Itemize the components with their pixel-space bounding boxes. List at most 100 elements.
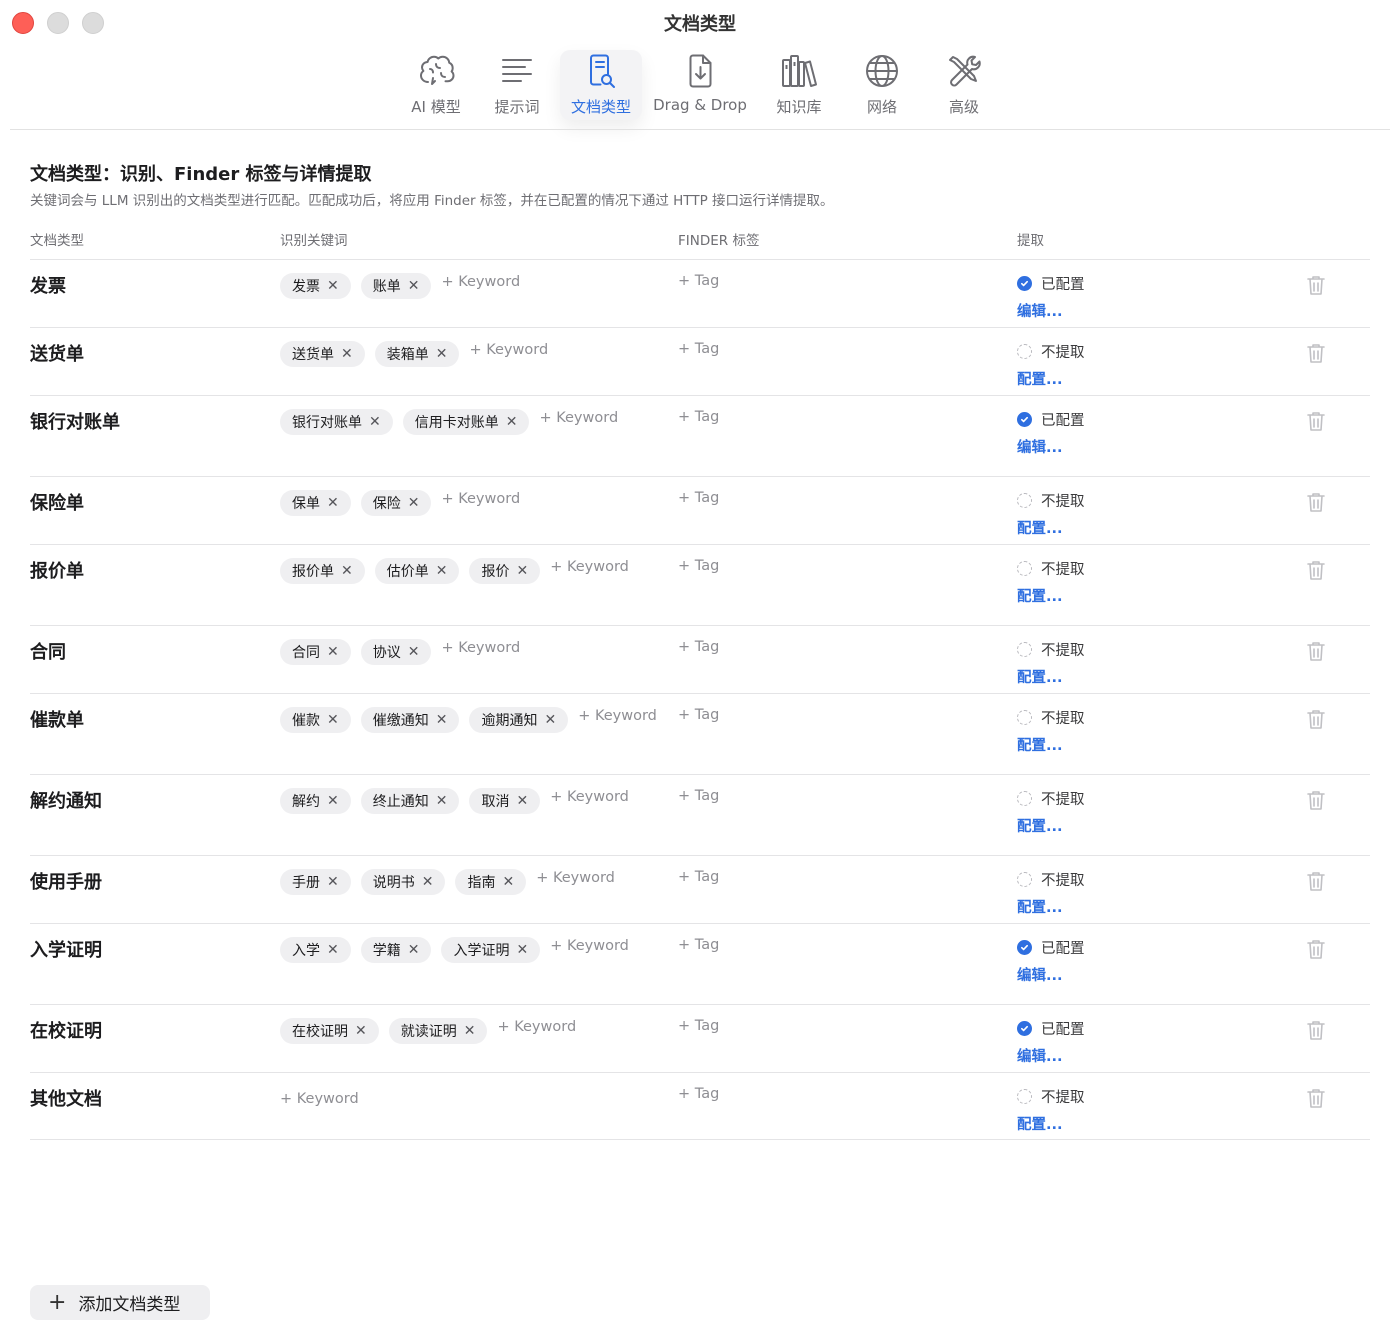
- keyword-chip[interactable]: 终止通知 ✕: [360, 788, 460, 814]
- remove-keyword-icon[interactable]: ✕: [355, 1023, 367, 1039]
- keyword-chip[interactable]: 催缴通知 ✕: [360, 707, 460, 733]
- keyword-chip[interactable]: 取消 ✕: [469, 788, 541, 814]
- keyword-chip[interactable]: 协议 ✕: [360, 639, 432, 665]
- remove-keyword-icon[interactable]: ✕: [408, 495, 420, 511]
- keyword-chip[interactable]: 解约 ✕: [280, 788, 351, 814]
- tab-knowledge-base[interactable]: 知识库: [766, 50, 832, 120]
- add-keyword-button[interactable]: + Keyword: [280, 1086, 359, 1112]
- add-keyword-button[interactable]: + Keyword: [469, 337, 548, 363]
- keyword-chip[interactable]: 合同 ✕: [280, 639, 351, 665]
- remove-keyword-icon[interactable]: ✕: [327, 644, 339, 660]
- configure-extraction-link[interactable]: 配置...: [1017, 368, 1085, 389]
- add-tag-button[interactable]: + Tag: [678, 1086, 719, 1102]
- keyword-chip[interactable]: 账单 ✕: [360, 273, 432, 299]
- remove-keyword-icon[interactable]: ✕: [408, 644, 420, 660]
- add-keyword-button[interactable]: + Keyword: [550, 784, 629, 810]
- keyword-chip[interactable]: 逾期通知 ✕: [469, 707, 569, 733]
- remove-keyword-icon[interactable]: ✕: [506, 414, 518, 430]
- configure-extraction-link[interactable]: 配置...: [1017, 1113, 1085, 1134]
- remove-keyword-icon[interactable]: ✕: [436, 712, 448, 728]
- remove-keyword-icon[interactable]: ✕: [516, 793, 528, 809]
- add-tag-button[interactable]: + Tag: [678, 1018, 719, 1034]
- keyword-chip[interactable]: 报价 ✕: [469, 558, 541, 584]
- add-keyword-button[interactable]: + Keyword: [536, 865, 615, 891]
- remove-keyword-icon[interactable]: ✕: [464, 1023, 476, 1039]
- remove-keyword-icon[interactable]: ✕: [516, 942, 528, 958]
- remove-keyword-icon[interactable]: ✕: [327, 874, 339, 890]
- configure-extraction-link[interactable]: 配置...: [1017, 666, 1085, 687]
- edit-extraction-link[interactable]: 编辑...: [1017, 436, 1085, 457]
- remove-keyword-icon[interactable]: ✕: [327, 712, 339, 728]
- add-document-type-button[interactable]: + 添加文档类型: [30, 1285, 210, 1320]
- keyword-chip[interactable]: 保单 ✕: [280, 490, 351, 516]
- remove-keyword-icon[interactable]: ✕: [502, 874, 514, 890]
- remove-keyword-icon[interactable]: ✕: [341, 346, 353, 362]
- remove-keyword-icon[interactable]: ✕: [544, 712, 556, 728]
- add-tag-button[interactable]: + Tag: [678, 409, 719, 425]
- tab-network[interactable]: 网络: [850, 50, 914, 120]
- configure-extraction-link[interactable]: 配置...: [1017, 896, 1085, 917]
- remove-keyword-icon[interactable]: ✕: [327, 495, 339, 511]
- add-keyword-button[interactable]: + Keyword: [441, 269, 520, 295]
- add-tag-button[interactable]: + Tag: [678, 707, 719, 723]
- keyword-chip[interactable]: 指南 ✕: [455, 869, 527, 895]
- edit-extraction-link[interactable]: 编辑...: [1017, 964, 1085, 985]
- remove-keyword-icon[interactable]: ✕: [422, 874, 434, 890]
- keyword-chip[interactable]: 催款 ✕: [280, 707, 351, 733]
- delete-trash-icon[interactable]: [1306, 870, 1326, 892]
- add-keyword-button[interactable]: + Keyword: [497, 1014, 576, 1040]
- tab-prompts[interactable]: 提示词: [485, 50, 549, 120]
- add-tag-button[interactable]: + Tag: [678, 788, 719, 804]
- tab-advanced[interactable]: 高级: [932, 50, 996, 120]
- configure-extraction-link[interactable]: 配置...: [1017, 517, 1085, 538]
- keyword-chip[interactable]: 在校证明 ✕: [280, 1018, 379, 1044]
- delete-trash-icon[interactable]: [1306, 938, 1326, 960]
- keyword-chip[interactable]: 发票 ✕: [280, 273, 351, 299]
- keyword-chip[interactable]: 信用卡对账单 ✕: [402, 409, 530, 435]
- keyword-chip[interactable]: 学籍 ✕: [360, 937, 432, 963]
- add-tag-button[interactable]: + Tag: [678, 273, 719, 289]
- configure-extraction-link[interactable]: 配置...: [1017, 815, 1085, 836]
- remove-keyword-icon[interactable]: ✕: [327, 942, 339, 958]
- add-tag-button[interactable]: + Tag: [678, 341, 719, 357]
- delete-trash-icon[interactable]: [1306, 342, 1326, 364]
- keyword-chip[interactable]: 装箱单 ✕: [374, 341, 460, 367]
- delete-trash-icon[interactable]: [1306, 789, 1326, 811]
- keyword-chip[interactable]: 入学 ✕: [280, 937, 351, 963]
- tab-ai-model[interactable]: AI 模型: [400, 50, 472, 120]
- tab-drag-drop[interactable]: Drag & Drop: [648, 50, 752, 120]
- edit-extraction-link[interactable]: 编辑...: [1017, 1045, 1085, 1066]
- tab-document-types[interactable]: 文档类型: [560, 50, 642, 120]
- remove-keyword-icon[interactable]: ✕: [327, 793, 339, 809]
- add-keyword-button[interactable]: + Keyword: [578, 703, 657, 729]
- add-keyword-button[interactable]: + Keyword: [441, 635, 520, 661]
- configure-extraction-link[interactable]: 配置...: [1017, 734, 1085, 755]
- keyword-chip[interactable]: 保险 ✕: [360, 490, 432, 516]
- add-keyword-button[interactable]: + Keyword: [550, 933, 629, 959]
- add-tag-button[interactable]: + Tag: [678, 490, 719, 506]
- keyword-chip[interactable]: 报价单 ✕: [280, 558, 365, 584]
- keyword-chip[interactable]: 说明书 ✕: [360, 869, 446, 895]
- remove-keyword-icon[interactable]: ✕: [341, 563, 353, 579]
- configure-extraction-link[interactable]: 配置...: [1017, 585, 1085, 606]
- delete-trash-icon[interactable]: [1306, 640, 1326, 662]
- remove-keyword-icon[interactable]: ✕: [436, 793, 448, 809]
- keyword-chip[interactable]: 入学证明 ✕: [441, 937, 541, 963]
- add-keyword-button[interactable]: + Keyword: [441, 486, 520, 512]
- delete-trash-icon[interactable]: [1306, 708, 1326, 730]
- remove-keyword-icon[interactable]: ✕: [408, 942, 420, 958]
- remove-keyword-icon[interactable]: ✕: [436, 346, 448, 362]
- remove-keyword-icon[interactable]: ✕: [408, 278, 420, 294]
- delete-trash-icon[interactable]: [1306, 491, 1326, 513]
- keyword-chip[interactable]: 手册 ✕: [280, 869, 351, 895]
- keyword-chip[interactable]: 估价单 ✕: [374, 558, 460, 584]
- delete-trash-icon[interactable]: [1306, 1019, 1326, 1041]
- delete-trash-icon[interactable]: [1306, 410, 1326, 432]
- delete-trash-icon[interactable]: [1306, 1087, 1326, 1109]
- add-tag-button[interactable]: + Tag: [678, 639, 719, 655]
- remove-keyword-icon[interactable]: ✕: [369, 414, 381, 430]
- add-tag-button[interactable]: + Tag: [678, 558, 719, 574]
- remove-keyword-icon[interactable]: ✕: [436, 563, 448, 579]
- remove-keyword-icon[interactable]: ✕: [327, 278, 339, 294]
- add-keyword-button[interactable]: + Keyword: [539, 405, 618, 431]
